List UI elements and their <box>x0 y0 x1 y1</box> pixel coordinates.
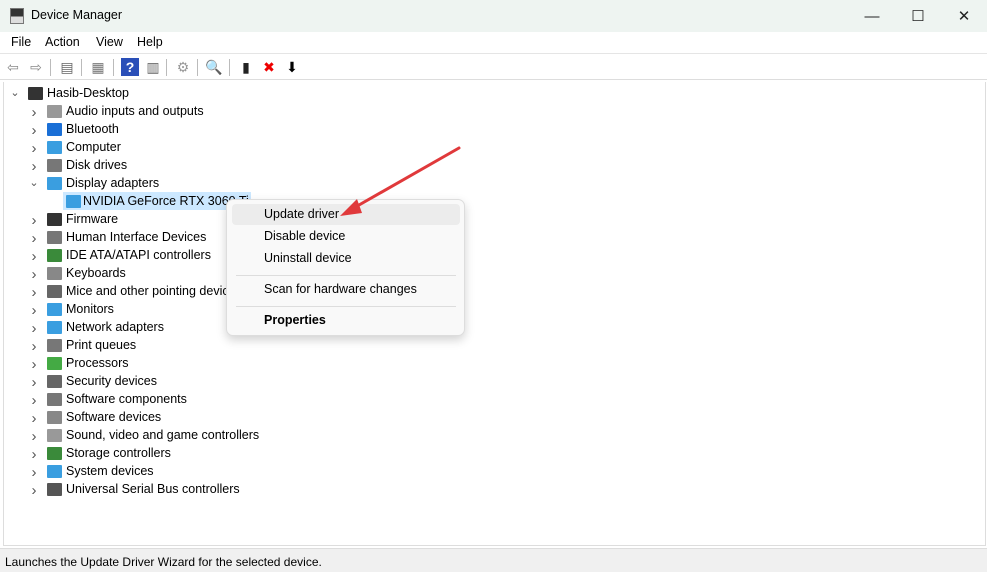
display-adapter-icon <box>66 195 81 208</box>
annotation-arrow <box>340 146 461 216</box>
status-bar: Launches the Update Driver Wizard for th… <box>0 548 987 572</box>
status-text: Launches the Update Driver Wizard for th… <box>5 555 322 569</box>
